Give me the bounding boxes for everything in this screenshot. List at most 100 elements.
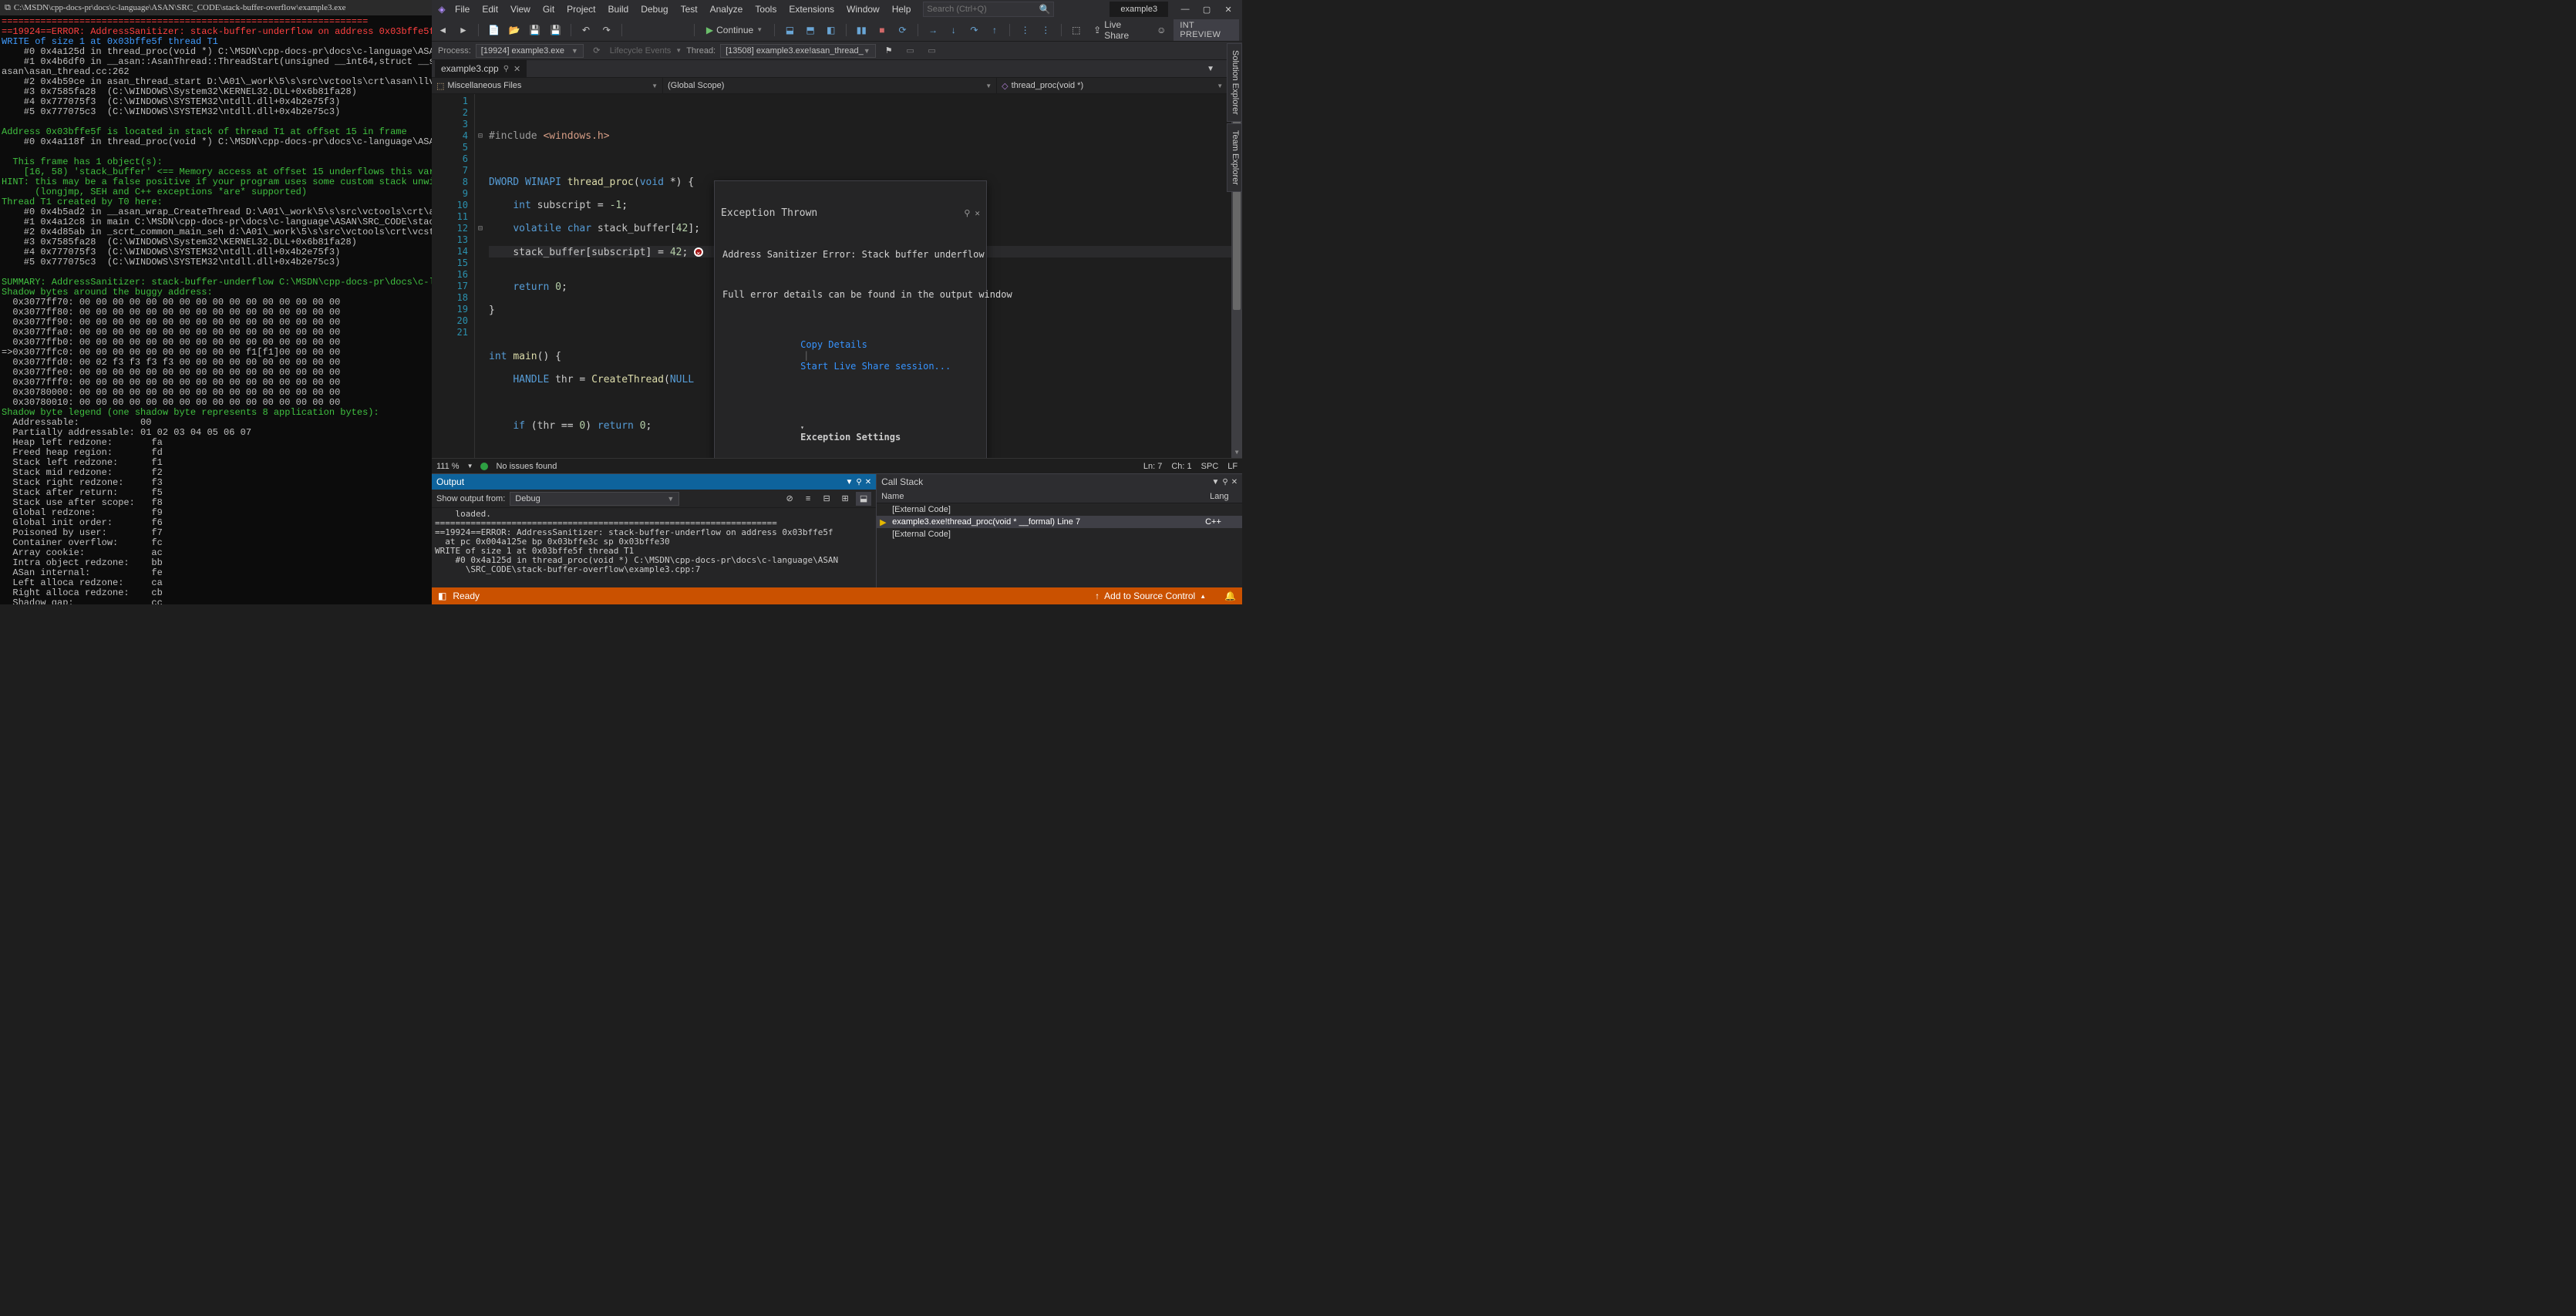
feedback-icon[interactable]: ☺ (1153, 22, 1169, 39)
menu-build[interactable]: Build (602, 2, 635, 16)
debug-icon-2[interactable]: ⬒ (803, 22, 819, 39)
exception-settings-header[interactable]: ▾ Exception Settings (715, 407, 986, 456)
toggle-wrap-icon[interactable]: ≡ (800, 492, 816, 506)
popup-close-icon[interactable]: ✕ (975, 208, 980, 218)
process-dropdown[interactable]: [19924] example3.exe ▼ (476, 44, 584, 58)
add-src-control-icon[interactable]: ↑ (1095, 591, 1099, 601)
new-file-icon[interactable]: 📄 (486, 22, 502, 39)
error-indicator-icon[interactable] (694, 247, 703, 257)
col-lang-header[interactable]: Lang (1205, 492, 1242, 501)
scroll-down-icon[interactable]: ▼ (1231, 447, 1242, 458)
pin-icon[interactable]: ⚲ (503, 65, 509, 73)
exception-message: Address Sanitizer Error: Stack buffer un… (715, 245, 986, 264)
status-col[interactable]: Ch: 1 (1171, 462, 1191, 471)
clear-output-icon[interactable]: ⊘ (782, 492, 797, 506)
status-spc[interactable]: SPC (1201, 462, 1219, 471)
context-scope[interactable]: (Global Scope) ▼ (663, 78, 997, 93)
vs-titlebar: ◈ FileEditViewGitProjectBuildDebugTestAn… (432, 0, 1242, 19)
lifecycle-label: Lifecycle Events (610, 46, 671, 56)
debug-extra-3[interactable]: ⬚ (1068, 22, 1084, 39)
code-content[interactable]: #include <windows.h> DWORD WINAPI thread… (486, 94, 1231, 458)
restart-icon[interactable]: ⟳ (894, 22, 911, 39)
callstack-row[interactable]: ▶ example3.exe!thread_proc(void * __form… (877, 516, 1242, 528)
save-all-icon[interactable]: 💾 (547, 22, 564, 39)
console-output[interactable]: ========================================… (0, 15, 432, 604)
popup-pin-icon[interactable]: ⚲ (964, 208, 970, 218)
debug-icon-3[interactable]: ◧ (823, 22, 839, 39)
menu-tools[interactable]: Tools (749, 2, 783, 16)
zoom-level[interactable]: 111 % (436, 462, 460, 471)
stop-icon[interactable]: ■ (874, 22, 891, 39)
undo-icon[interactable]: ↶ (578, 22, 594, 39)
close-icon[interactable]: ✕ (514, 64, 520, 74)
panel-pin-icon[interactable]: ⚲ (856, 478, 861, 486)
step-over-icon[interactable]: ↷ (966, 22, 982, 39)
panel-pin-icon[interactable]: ⚲ (1222, 478, 1227, 486)
zoom-chevron-icon[interactable]: ▼ (467, 463, 473, 470)
team-explorer-tab[interactable]: Team Explorer (1227, 123, 1242, 192)
step-into-icon[interactable]: ↓ (945, 22, 961, 39)
panel-close-icon[interactable]: ✕ (865, 478, 871, 486)
menu-file[interactable]: File (449, 2, 476, 16)
console-titlebar[interactable]: ⧉ C:\MSDN\cpp-docs-pr\docs\c-language\AS… (0, 0, 432, 15)
callstack-rows[interactable]: [External Code] ▶ example3.exe!thread_pr… (877, 503, 1242, 587)
panel-dropdown-icon[interactable]: ▼ (1211, 478, 1219, 486)
document-tabs: example3.cpp ⚲ ✕ ▼ ⚙ (432, 60, 1242, 77)
output-from-dropdown[interactable]: Debug ▼ (510, 492, 679, 506)
step-next-icon[interactable]: → (925, 22, 941, 39)
menu-window[interactable]: Window (840, 2, 886, 16)
menu-debug[interactable]: Debug (635, 2, 674, 16)
menu-extensions[interactable]: Extensions (783, 2, 840, 16)
start-liveshare-link[interactable]: Start Live Share session... (800, 361, 951, 372)
pause-icon[interactable]: ▮▮ (854, 22, 870, 39)
menu-test[interactable]: Test (675, 2, 704, 16)
nav-back-button[interactable]: ◄ (435, 22, 451, 39)
redo-icon[interactable]: ↷ (598, 22, 615, 39)
panel-dropdown-icon[interactable]: ▼ (845, 478, 853, 486)
search-input[interactable] (927, 5, 1039, 14)
menu-project[interactable]: Project (561, 2, 601, 16)
panel-close-icon[interactable]: ✕ (1231, 478, 1237, 486)
step-out-icon[interactable]: ↑ (987, 22, 1003, 39)
member-icon: ◇ (1002, 81, 1008, 91)
debug-extra-1[interactable]: ⋮ (1017, 22, 1033, 39)
code-editor[interactable]: 123456789101112131415161718192021 ⊟⊟ #in… (432, 94, 1242, 458)
output-text[interactable]: loaded. ================================… (432, 508, 876, 587)
save-icon[interactable]: 💾 (527, 22, 544, 39)
menu-git[interactable]: Git (537, 2, 561, 16)
notifications-icon[interactable]: 🔔 (1224, 591, 1236, 601)
continue-button[interactable]: ▶ Continue ▼ (702, 22, 767, 39)
status-lf[interactable]: LF (1227, 462, 1237, 471)
maximize-button[interactable]: ▢ (1196, 5, 1217, 15)
debug-extra-2[interactable]: ⋮ (1038, 22, 1054, 39)
copy-details-link[interactable]: Copy Details (800, 339, 867, 350)
nav-fwd-button[interactable]: ► (456, 22, 472, 39)
col-name-header[interactable]: Name (877, 492, 1205, 501)
output-opt-icon2[interactable]: ⊞ (837, 492, 853, 506)
fold-margin[interactable]: ⊟⊟ (475, 94, 486, 458)
menu-view[interactable]: View (504, 2, 537, 16)
debug-icon-1[interactable]: ⬓ (782, 22, 798, 39)
context-member[interactable]: ◇ thread_proc(void *) ▼ (997, 78, 1228, 93)
auto-scroll-icon[interactable]: ⬓ (856, 492, 871, 506)
quick-search[interactable]: 🔍 (923, 2, 1054, 17)
context-project[interactable]: ⬚ Miscellaneous Files ▼ (432, 78, 663, 93)
menu-help[interactable]: Help (886, 2, 918, 16)
tab-example3[interactable]: example3.cpp ⚲ ✕ (435, 60, 527, 77)
menu-edit[interactable]: Edit (476, 2, 504, 16)
thread-flag-icon[interactable]: ⚑ (881, 42, 897, 59)
open-file-icon[interactable]: 📂 (507, 22, 523, 39)
minimize-button[interactable]: — (1174, 5, 1196, 14)
live-share-button[interactable]: ⇪ Live Share (1089, 19, 1149, 41)
callstack-row[interactable]: [External Code] (877, 528, 1242, 540)
add-src-control-label[interactable]: Add to Source Control (1104, 591, 1195, 601)
status-line[interactable]: Ln: 7 (1143, 462, 1162, 471)
thread-dropdown[interactable]: [13508] example3.exe!asan_thread_ ▼ (720, 44, 876, 58)
callstack-row[interactable]: [External Code] (877, 503, 1242, 516)
output-opt-icon[interactable]: ⊟ (819, 492, 834, 506)
tabs-dropdown-icon[interactable]: ▼ (1202, 60, 1219, 77)
solution-explorer-tab[interactable]: Solution Explorer (1227, 43, 1242, 122)
close-button[interactable]: ✕ (1217, 5, 1239, 15)
add-src-chevron-icon[interactable]: ▲ (1200, 593, 1206, 600)
menu-analyze[interactable]: Analyze (704, 2, 749, 16)
